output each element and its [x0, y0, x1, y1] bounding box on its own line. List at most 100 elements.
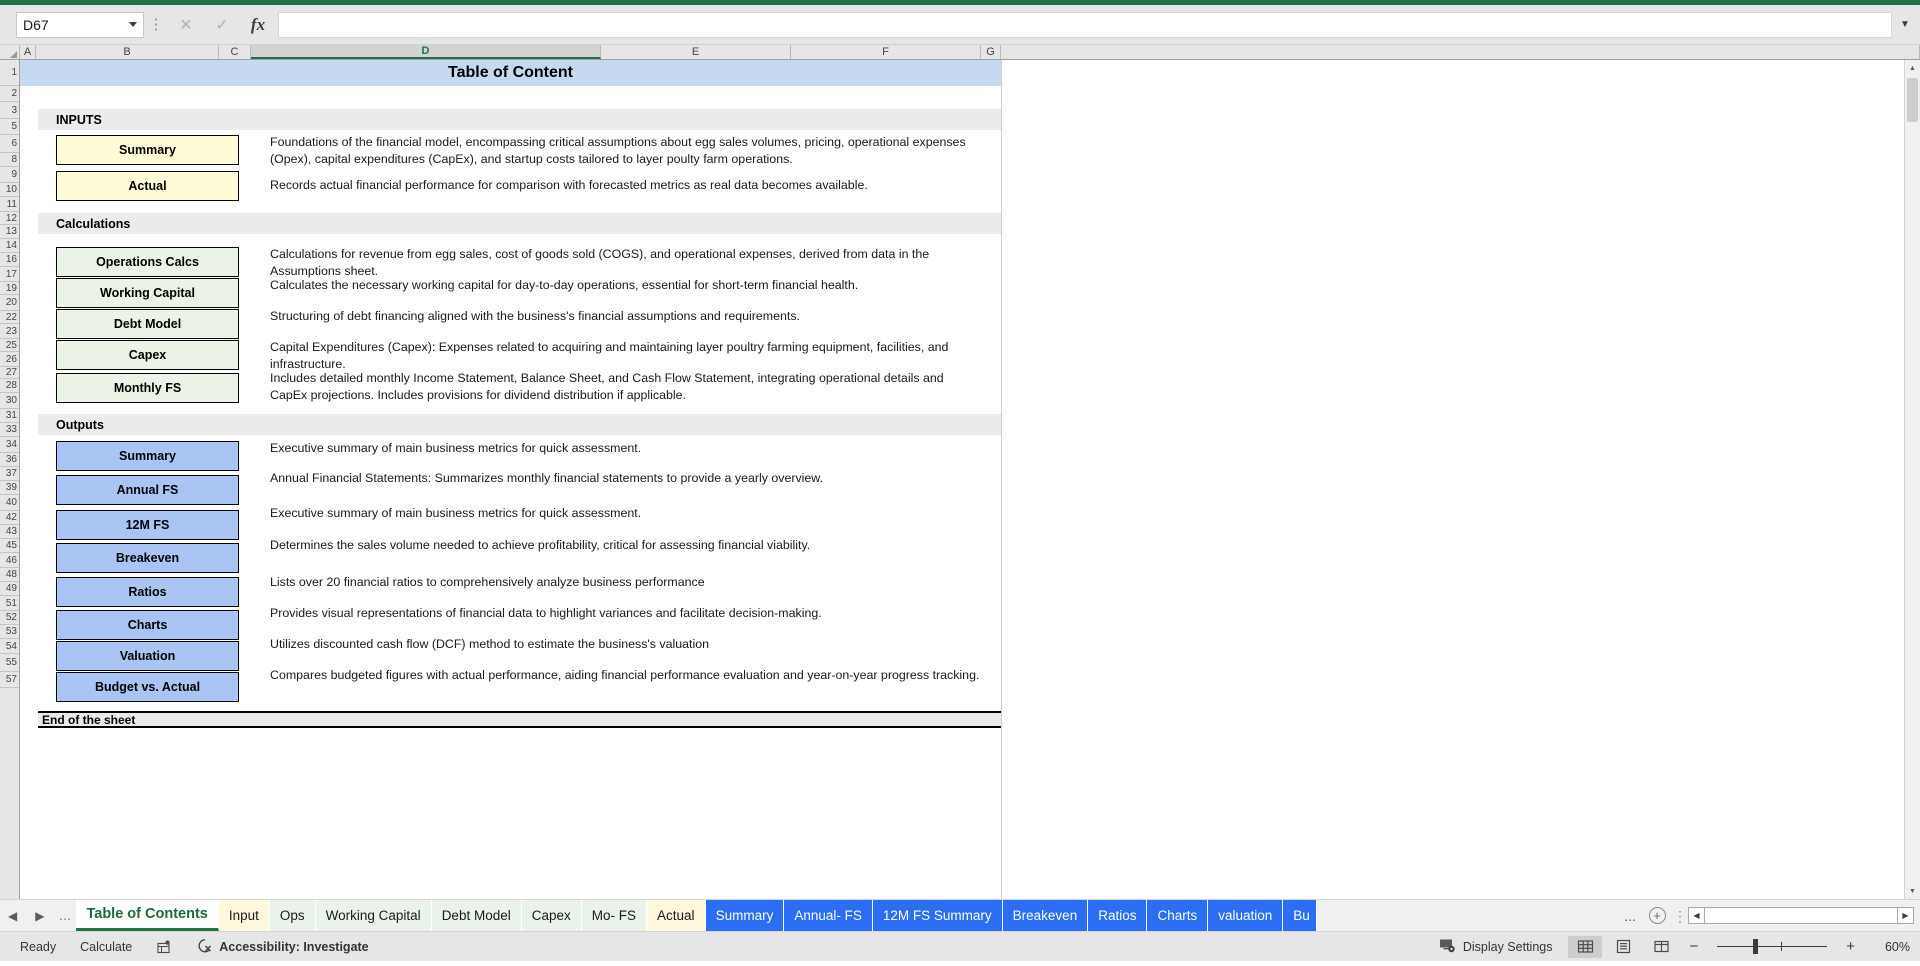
zoom-out-button[interactable]: − [1682, 938, 1705, 955]
nav-button-operations-calcs[interactable]: Operations Calcs [56, 247, 239, 277]
column-header-a[interactable]: A [20, 45, 36, 59]
row-header-22[interactable]: 22 [0, 311, 19, 324]
column-header-g[interactable]: G [981, 45, 1001, 59]
row-header-54[interactable]: 54 [0, 639, 19, 654]
row-header-42[interactable]: 42 [0, 511, 19, 525]
row-header-55[interactable]: 55 [0, 654, 19, 672]
nav-button-monthly-fs[interactable]: Monthly FS [56, 373, 239, 403]
row-header-51[interactable]: 51 [0, 596, 19, 611]
page-break-view-icon[interactable] [1644, 936, 1678, 958]
row-header-6[interactable]: 6 [0, 135, 19, 153]
scroll-right-icon[interactable]: ▶ [1897, 907, 1914, 924]
row-header-36[interactable]: 36 [0, 453, 19, 467]
zoom-in-button[interactable]: + [1839, 938, 1862, 955]
nav-button-working-capital[interactable]: Working Capital [56, 278, 239, 308]
nav-button-breakeven[interactable]: Breakeven [56, 543, 239, 573]
nav-button-capex[interactable]: Capex [56, 340, 239, 370]
ellipsis-icon[interactable]: … [58, 908, 72, 923]
row-header-26[interactable]: 26 [0, 352, 19, 367]
scroll-left-icon[interactable]: ◀ [1688, 907, 1705, 924]
row-header-2[interactable]: 2 [0, 86, 19, 102]
sheet-tab-summary[interactable]: Summary [705, 900, 785, 931]
row-header-5[interactable]: 5 [0, 119, 19, 135]
zoom-slider[interactable] [1717, 939, 1828, 954]
row-header-31[interactable]: 31 [0, 409, 19, 423]
column-header-d[interactable]: D [251, 45, 601, 59]
row-header-20[interactable]: 20 [0, 295, 19, 311]
row-header-12[interactable]: 12 [0, 212, 19, 225]
zoom-slider-track[interactable] [1717, 939, 1828, 954]
sheet-tab-breakeven[interactable]: Breakeven [1002, 900, 1089, 931]
row-header-30[interactable]: 30 [0, 393, 19, 409]
row-header-25[interactable]: 25 [0, 339, 19, 352]
sheet-tab-mo-fs[interactable]: Mo- FS [581, 900, 648, 931]
row-header-1[interactable]: 1 [0, 60, 19, 86]
nav-button-budget-vs-actual[interactable]: Budget vs. Actual [56, 672, 239, 702]
row-header-11[interactable]: 11 [0, 197, 19, 212]
row-header-46[interactable]: 46 [0, 553, 19, 568]
nav-button-debt-model[interactable]: Debt Model [56, 309, 239, 339]
row-header-13[interactable]: 13 [0, 225, 19, 239]
right-arrow-icon[interactable]: ▶ [31, 909, 48, 923]
column-header-b[interactable]: B [36, 45, 219, 59]
scroll-up-icon[interactable]: ▲ [1905, 60, 1920, 76]
column-header-c[interactable]: C [219, 45, 251, 59]
accessibility-status[interactable]: Accessibility: Investigate [184, 938, 380, 956]
row-header-33[interactable]: 33 [0, 423, 19, 437]
sheet-canvas[interactable]: Table of Content INPUTS Summary Foundati… [20, 60, 1904, 899]
nav-button-summary-input[interactable]: Summary [56, 135, 239, 165]
nav-button-annual-fs[interactable]: Annual FS [56, 475, 239, 505]
row-header-28[interactable]: 28 [0, 379, 19, 393]
sheet-tab-input[interactable]: Input [218, 900, 270, 931]
sheet-tab-annual-fs[interactable]: Annual- FS [784, 900, 873, 931]
sheet-tab-ops[interactable]: Ops [269, 900, 316, 931]
row-header-14[interactable]: 14 [0, 239, 19, 253]
zoom-level-label[interactable]: 60% [1866, 940, 1910, 954]
sheet-tab-debt-model[interactable]: Debt Model [431, 900, 522, 931]
formula-input[interactable] [278, 11, 1892, 38]
chevron-down-icon[interactable]: ▼ [1894, 11, 1916, 38]
row-header-57[interactable]: 57 [0, 672, 19, 688]
chevron-down-icon[interactable] [129, 22, 137, 27]
name-box[interactable]: D67 [16, 11, 144, 38]
row-header-43[interactable]: 43 [0, 525, 19, 539]
status-calculate[interactable]: Calculate [68, 940, 144, 954]
sheet-tab-bu[interactable]: Bu [1283, 900, 1318, 931]
row-header-19[interactable]: 19 [0, 282, 19, 295]
nav-button-valuation[interactable]: Valuation [56, 641, 239, 671]
row-header-27[interactable]: 27 [0, 367, 19, 379]
row-header-39[interactable]: 39 [0, 481, 19, 495]
check-icon[interactable]: ✓ [204, 12, 240, 38]
sheet-tab-ratios[interactable]: Ratios [1088, 900, 1148, 931]
row-header-48[interactable]: 48 [0, 568, 19, 582]
sheet-tab-valuation[interactable]: valuation [1208, 900, 1284, 931]
row-header-3[interactable]: 3 [0, 102, 19, 119]
vertical-scrollbar[interactable]: ▲ ▼ [1904, 60, 1920, 899]
nav-button-ratios[interactable]: Ratios [56, 577, 239, 607]
horizontal-scrollbar[interactable]: ◀ ▶ [1688, 900, 1920, 931]
row-header-45[interactable]: 45 [0, 539, 19, 553]
row-header-52[interactable]: 52 [0, 611, 19, 625]
add-sheet-button[interactable]: + [1642, 900, 1672, 931]
formula-bar-overflow-icon[interactable]: ⋮ [147, 17, 165, 32]
macro-record-icon[interactable] [144, 940, 184, 954]
left-arrow-icon[interactable]: ◀ [4, 909, 21, 923]
nav-button-charts[interactable]: Charts [56, 610, 239, 640]
zoom-slider-thumb[interactable] [1753, 939, 1759, 954]
row-header-23[interactable]: 23 [0, 324, 19, 339]
tab-list-overflow-icon[interactable]: ⋮ [1672, 900, 1688, 931]
row-header-16[interactable]: 16 [0, 253, 19, 267]
horizontal-scroll-track[interactable] [1705, 907, 1897, 924]
row-header-40[interactable]: 40 [0, 495, 19, 511]
sheet-tab-working-capital[interactable]: Working Capital [315, 900, 432, 931]
page-layout-view-icon[interactable] [1606, 936, 1640, 958]
normal-view-icon[interactable] [1568, 935, 1603, 958]
column-header-e[interactable]: E [601, 45, 791, 59]
sheet-tab-actual[interactable]: Actual [647, 900, 706, 931]
sheet-tab-charts[interactable]: Charts [1147, 900, 1209, 931]
row-header-53[interactable]: 53 [0, 625, 19, 639]
select-all-corner[interactable] [0, 45, 20, 59]
close-icon[interactable]: ✕ [168, 12, 204, 38]
nav-button-actual-input[interactable]: Actual [56, 171, 239, 201]
sheet-tab-12m-fs-summary[interactable]: 12M FS Summary [872, 900, 1003, 931]
